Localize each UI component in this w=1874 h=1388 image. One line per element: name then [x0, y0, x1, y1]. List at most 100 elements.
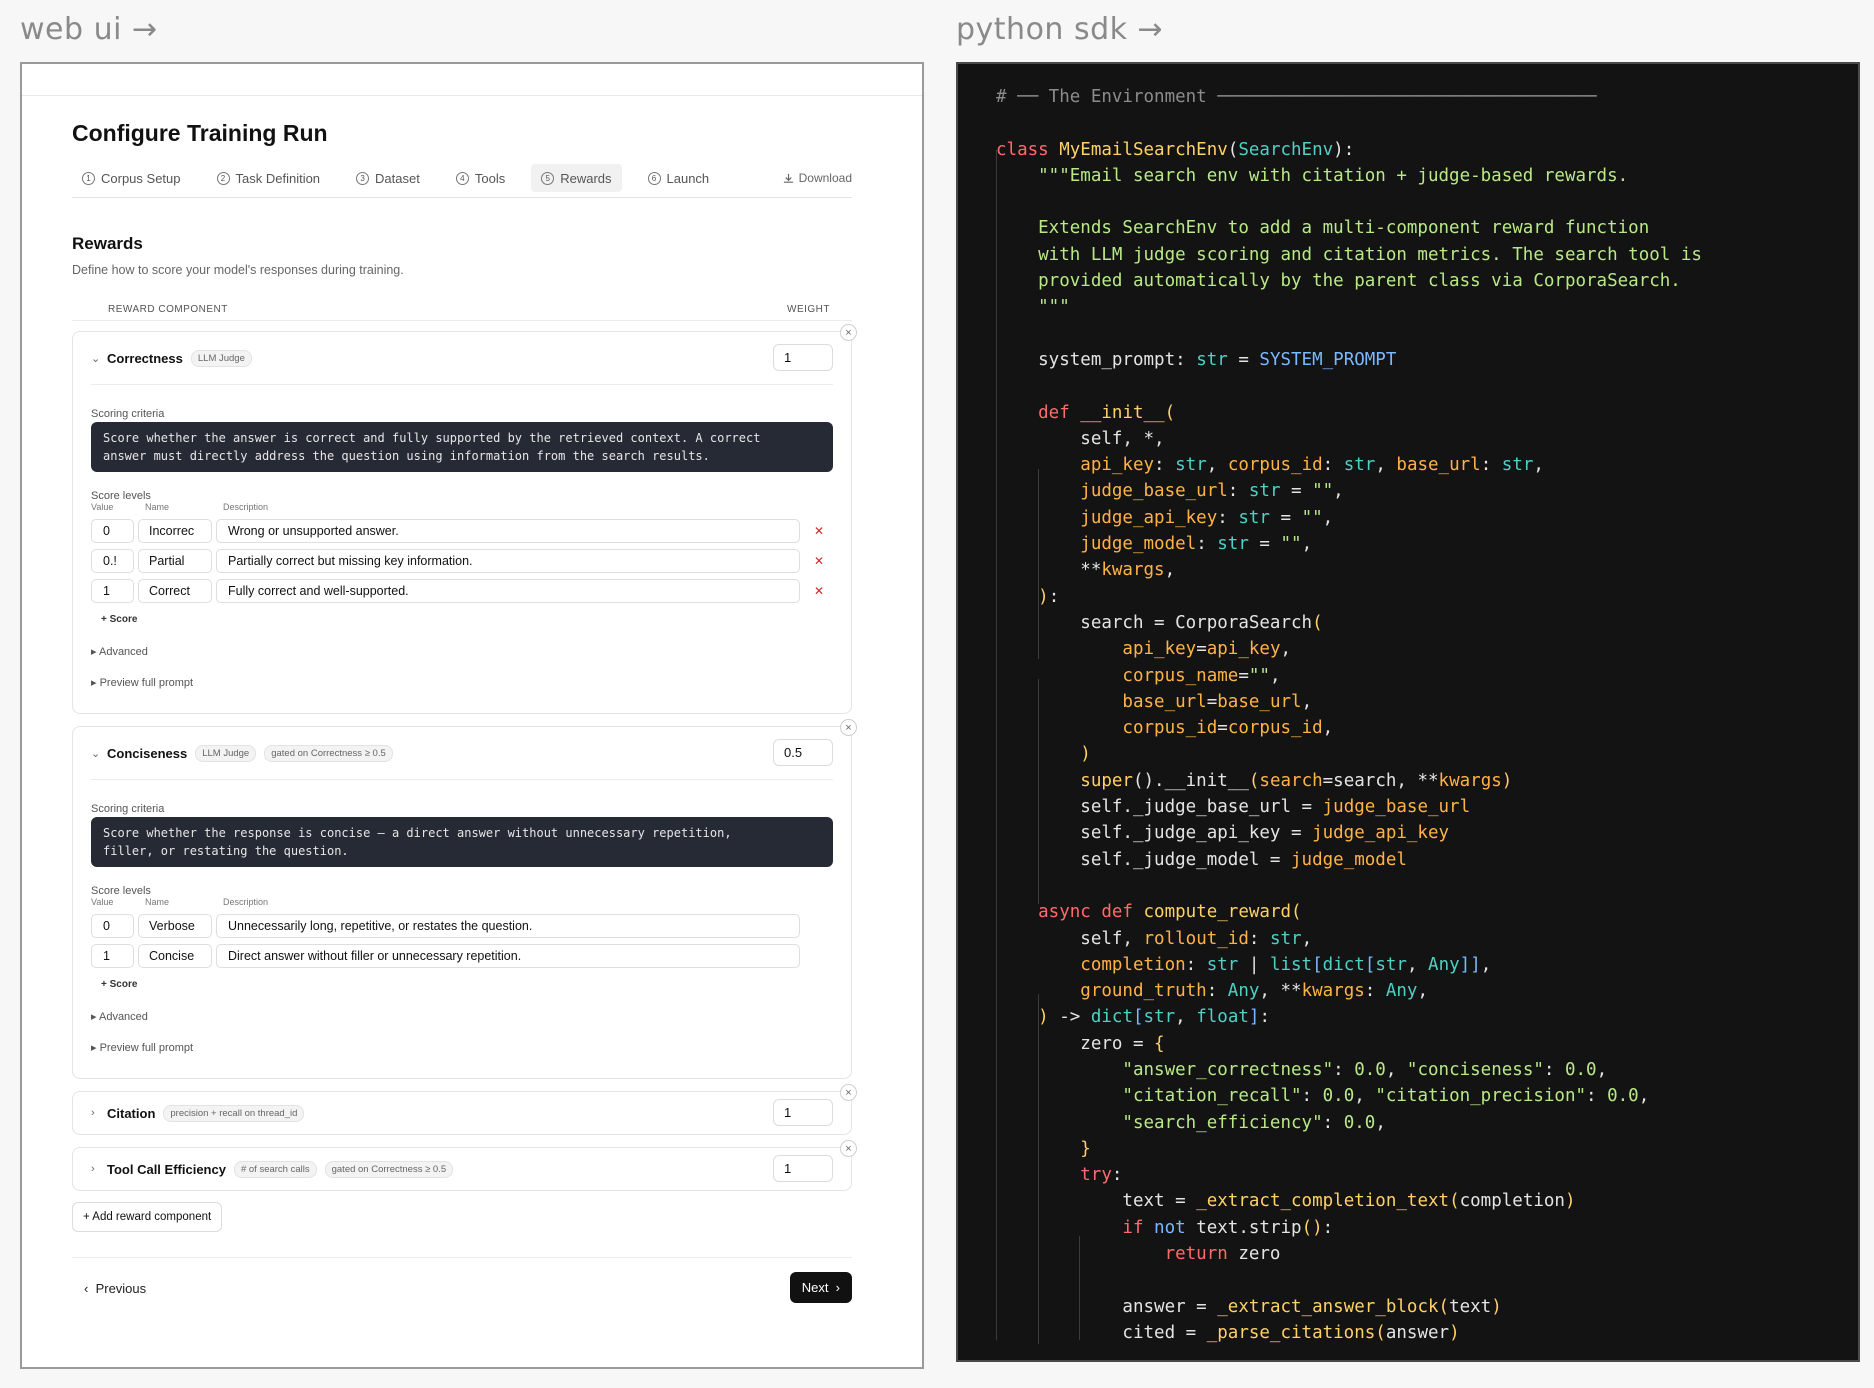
remove-score-icon[interactable]: ✕: [814, 584, 824, 598]
code-token: ): [996, 586, 1049, 607]
code-token: (: [1438, 1296, 1450, 1317]
preview-prompt-toggle[interactable]: ▸ Preview full prompt: [91, 1041, 833, 1054]
add-reward-component-button[interactable]: + Add reward component: [72, 1202, 223, 1232]
scoring-criteria-textarea[interactable]: Score whether the response is concise — …: [91, 817, 833, 867]
code-token: "": [1248, 665, 1270, 686]
score-level-row: 0.! Partial Partially correct but missin…: [91, 546, 833, 576]
name-column-label: Name: [145, 897, 170, 907]
code-token: =: [1217, 718, 1228, 739]
tab-launch[interactable]: 6 Launch: [638, 164, 720, 192]
weight-input[interactable]: 0.5: [773, 739, 833, 766]
weight-input[interactable]: 1: [773, 1155, 833, 1182]
download-button[interactable]: Download: [783, 164, 852, 192]
code-token: :: [1196, 534, 1218, 555]
score-value-input[interactable]: 1: [91, 944, 134, 968]
chevron-right-icon[interactable]: ›: [91, 1163, 107, 1175]
code-token: """: [996, 297, 1070, 318]
code-line: Extends SearchEnv to add a multi-compone…: [996, 215, 1702, 241]
code-token: ,: [1206, 455, 1228, 476]
code-token: str: [1238, 507, 1270, 528]
code-line: answer = _extract_answer_block(text): [996, 1294, 1702, 1320]
tab-dataset[interactable]: 3 Dataset: [346, 164, 430, 192]
remove-score-icon[interactable]: ✕: [814, 554, 824, 568]
tab-rewards[interactable]: 5 Rewards: [531, 164, 622, 192]
remove-score-icon[interactable]: ✕: [814, 524, 824, 538]
component-name: Tool Call Efficiency: [107, 1161, 226, 1177]
code-token: ,: [1375, 455, 1397, 476]
reward-card-header[interactable]: ⌄ Correctness LLM Judge 1: [73, 332, 851, 384]
code-line: text = _extract_completion_text(completi…: [996, 1188, 1702, 1214]
code-line: def __init__(: [996, 400, 1702, 426]
weight-input[interactable]: 1: [773, 344, 833, 371]
next-button[interactable]: Next ›: [789, 1272, 852, 1303]
score-name-input[interactable]: Correct: [138, 579, 212, 603]
previous-button[interactable]: ‹ Previous: [84, 1281, 146, 1296]
chevron-right-icon[interactable]: ›: [91, 1107, 107, 1119]
weight-input[interactable]: 1: [773, 1099, 833, 1126]
code-token: ,: [1269, 665, 1281, 686]
score-name-input[interactable]: Verbose: [138, 914, 212, 938]
code-token: _parse_citations: [1206, 1322, 1376, 1343]
add-score-button[interactable]: + Score: [101, 614, 833, 625]
score-level-row: 1 Concise Direct answer without filler o…: [91, 941, 833, 971]
code-token: _extract_completion_text: [1196, 1191, 1450, 1212]
score-name-input[interactable]: Partial: [138, 549, 212, 573]
score-description-input[interactable]: Fully correct and well-supported.: [216, 579, 800, 603]
score-value-input[interactable]: 0.!: [91, 549, 134, 573]
preview-prompt-toggle[interactable]: ▸ Preview full prompt: [91, 676, 833, 689]
code-line: ground_truth: Any, **kwargs: Any,: [996, 978, 1702, 1004]
code-line: judge_api_key: str = "",: [996, 505, 1702, 531]
reward-card-header[interactable]: › Tool Call Efficiency # of search calls…: [73, 1148, 851, 1190]
tab-corpus-setup[interactable]: 1 Corpus Setup: [72, 164, 191, 192]
tab-tools[interactable]: 4 Tools: [446, 164, 515, 192]
code-line: try:: [996, 1162, 1702, 1188]
advanced-label: Advanced: [98, 646, 148, 658]
code-token: :: [1322, 1112, 1344, 1133]
code-line: completion: str | list[dict[str, Any]],: [996, 952, 1702, 978]
score-value-input[interactable]: 1: [91, 579, 134, 603]
code-token: MyEmailSearchEnv: [1059, 139, 1228, 160]
score-name-input[interactable]: Concise: [138, 944, 212, 968]
score-description-input[interactable]: Wrong or unsupported answer.: [216, 519, 800, 543]
code-line: api_key=api_key,: [996, 636, 1702, 662]
chevron-down-icon[interactable]: ⌄: [91, 747, 107, 760]
code-token: judge_base_url: [1322, 797, 1471, 818]
code-token: ,: [1480, 954, 1492, 975]
score-description-input[interactable]: Direct answer without filler or unnecess…: [216, 944, 800, 968]
reward-card-header[interactable]: ⌄ Conciseness LLM Judge gated on Correct…: [73, 727, 851, 779]
advanced-toggle[interactable]: ▸ Advanced: [91, 1010, 833, 1023]
score-description-input[interactable]: Partially correct but missing key inform…: [216, 549, 800, 573]
score-value-input[interactable]: 0: [91, 914, 134, 938]
code-token: SYSTEM_PROMPT: [1259, 349, 1397, 370]
scoring-criteria-textarea[interactable]: Score whether the answer is correct and …: [91, 422, 833, 472]
code-token: "": [1301, 507, 1323, 528]
code-token: "citation_recall": [996, 1086, 1302, 1107]
code-token: compute_reward: [1143, 902, 1292, 923]
code-token: super: [996, 770, 1133, 791]
code-token: ,: [1333, 481, 1344, 502]
advanced-toggle[interactable]: ▸ Advanced: [91, 645, 833, 658]
score-description-input[interactable]: Unnecessarily long, repetitive, or resta…: [216, 914, 800, 938]
reward-card-header[interactable]: › Citation precision + recall on thread_…: [73, 1092, 851, 1134]
chevron-down-icon[interactable]: ⌄: [91, 352, 107, 365]
score-levels-label: Score levels: [91, 885, 151, 897]
score-value-input[interactable]: 0: [91, 519, 134, 543]
code-token: kwargs: [1301, 981, 1365, 1002]
code-token: self,: [996, 928, 1144, 949]
step-number-icon: 4: [455, 171, 469, 185]
code-token: ):: [1333, 139, 1355, 160]
code-line: async def compute_reward(: [996, 899, 1702, 925]
code-token: search: [1259, 770, 1323, 791]
code-line: self, *,: [996, 426, 1702, 452]
code-token: {: [1154, 1033, 1165, 1054]
score-name-input[interactable]: Incorrec: [138, 519, 212, 543]
code-token: (: [1312, 612, 1323, 633]
code-token: SearchEnv: [1238, 139, 1334, 160]
tab-task-definition[interactable]: 2 Task Definition: [207, 164, 331, 192]
add-score-button[interactable]: + Score: [101, 979, 833, 990]
next-label: Next: [801, 1280, 829, 1295]
code-token: rollout_id: [1143, 928, 1249, 949]
code-token: Any: [1428, 954, 1460, 975]
code-token: ]: [1248, 1007, 1260, 1028]
